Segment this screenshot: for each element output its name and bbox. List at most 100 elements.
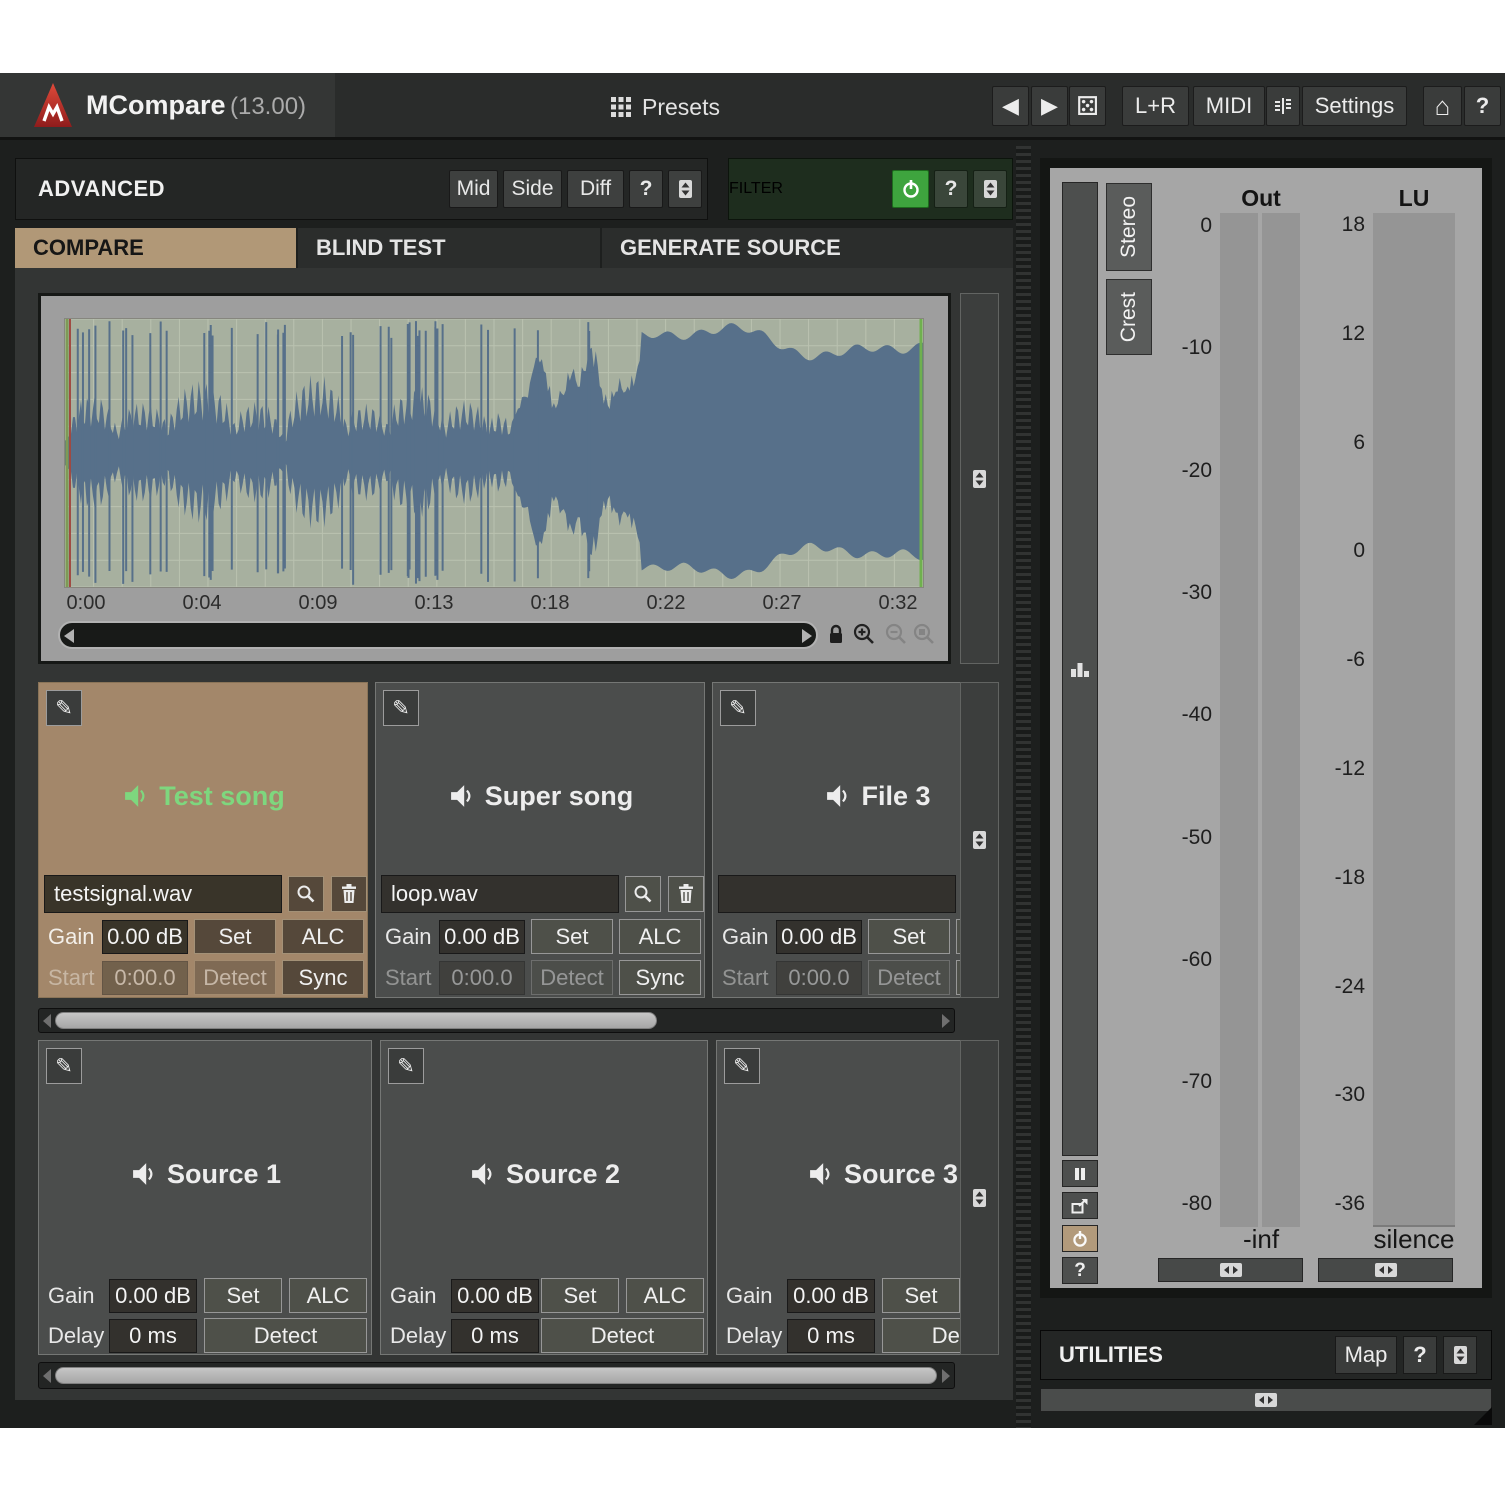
source-panel-file-3[interactable]: ✎ File 3 Gain 0.00 dB Set ALC Start 0:00… bbox=[712, 682, 960, 998]
start-value-field[interactable]: 0:00.0 bbox=[102, 961, 188, 995]
source-panel-source-1[interactable]: ✎ Source 1 Gain 0.00 dB Set ALC Delay 0 … bbox=[38, 1040, 372, 1355]
gain-value-field[interactable]: 0.00 dB bbox=[102, 920, 188, 954]
sync-button[interactable]: Sync bbox=[282, 960, 364, 995]
sources2-scrollbar[interactable] bbox=[38, 1362, 955, 1389]
zoom-reset-button[interactable] bbox=[912, 622, 936, 648]
meter-help-button[interactable]: ? bbox=[1062, 1257, 1098, 1284]
window-resize-corner[interactable] bbox=[1474, 1407, 1492, 1425]
meter-range-slider[interactable] bbox=[1062, 182, 1098, 1156]
midi-button[interactable]: MIDI bbox=[1193, 86, 1265, 126]
agc-button[interactable] bbox=[1266, 86, 1300, 126]
tab-generate-source[interactable]: GENERATE SOURCE bbox=[602, 228, 1013, 268]
waveform-resize-handle[interactable] bbox=[960, 293, 999, 664]
sync-button[interactable]: Sync bbox=[619, 960, 701, 995]
file-name-field[interactable]: testsignal.wav bbox=[44, 875, 282, 913]
file-name-field[interactable] bbox=[718, 875, 956, 913]
detect-start-button[interactable]: Detect bbox=[531, 960, 613, 995]
gain-value-field[interactable]: 0.00 dB bbox=[109, 1279, 197, 1313]
channel-mode-button[interactable]: L+R bbox=[1122, 86, 1189, 126]
utilities-width-slider[interactable] bbox=[1040, 1388, 1492, 1412]
scroll-left-arrow-icon[interactable] bbox=[43, 1369, 51, 1383]
panel-resize-grip[interactable] bbox=[1016, 146, 1031, 1428]
source-panel-super-song[interactable]: ✎ Super song loop.wav Gain 0.00 dB bbox=[375, 682, 705, 998]
filter-collapse-button[interactable] bbox=[973, 170, 1007, 208]
start-value-field[interactable]: 0:00.0 bbox=[439, 961, 525, 995]
home-button[interactable]: ⌂ bbox=[1423, 86, 1462, 126]
source-panel-source-3[interactable]: ✎ Source 3 Gain 0.00 dB Set ALC Delay 0 … bbox=[716, 1040, 960, 1355]
waveform-scrollbar[interactable] bbox=[58, 621, 818, 649]
delay-value-field[interactable]: 0 ms bbox=[109, 1319, 197, 1353]
set-gain-button[interactable]: Set bbox=[204, 1278, 282, 1313]
rename-button[interactable]: ✎ bbox=[388, 1048, 424, 1084]
lu-meter-range-slider[interactable] bbox=[1318, 1258, 1453, 1282]
delete-file-button[interactable] bbox=[668, 876, 704, 912]
zoom-in-button[interactable] bbox=[852, 622, 876, 648]
detect-start-button[interactable]: Detect bbox=[194, 960, 276, 995]
utilities-collapse-button[interactable] bbox=[1443, 1336, 1477, 1374]
utilities-help-button[interactable]: ? bbox=[1403, 1336, 1437, 1374]
delete-file-button[interactable] bbox=[331, 876, 367, 912]
meter-popup-button[interactable] bbox=[1062, 1192, 1098, 1219]
source-panel-source-2[interactable]: ✎ Source 2 Gain 0.00 dB Set ALC Delay 0 … bbox=[380, 1040, 708, 1355]
presets-button[interactable]: Presets bbox=[580, 81, 750, 133]
tab-compare[interactable]: COMPARE bbox=[15, 228, 296, 268]
meter-power-button[interactable] bbox=[1062, 1225, 1098, 1252]
zoom-out-button[interactable] bbox=[884, 622, 908, 648]
scrollbar-thumb[interactable] bbox=[55, 1367, 937, 1384]
zoom-lock-button[interactable] bbox=[826, 623, 846, 647]
delay-value-field[interactable]: 0 ms bbox=[451, 1319, 539, 1353]
set-gain-button[interactable]: Set bbox=[541, 1278, 619, 1313]
waveform-plot[interactable] bbox=[64, 318, 924, 588]
mid-button[interactable]: Mid bbox=[449, 170, 498, 208]
map-button[interactable]: Map bbox=[1335, 1336, 1397, 1374]
filter-power-button[interactable] bbox=[892, 170, 929, 208]
next-preset-button[interactable]: ▶ bbox=[1031, 86, 1068, 126]
alc-button[interactable]: ALC bbox=[289, 1278, 367, 1313]
set-gain-button[interactable]: Set bbox=[868, 919, 950, 954]
set-gain-button[interactable]: Set bbox=[194, 919, 276, 954]
advanced-collapse-button[interactable] bbox=[668, 170, 702, 208]
random-preset-button[interactable]: ⚄ bbox=[1069, 86, 1106, 126]
rename-button[interactable]: ✎ bbox=[46, 1048, 82, 1084]
browse-file-button[interactable] bbox=[288, 876, 324, 912]
gain-value-field[interactable]: 0.00 dB bbox=[787, 1279, 875, 1313]
scroll-right-arrow-icon[interactable] bbox=[802, 629, 812, 643]
alc-button[interactable]: ALC bbox=[282, 919, 364, 954]
set-gain-button[interactable]: Set bbox=[531, 919, 613, 954]
delay-value-field[interactable]: 0 ms bbox=[787, 1319, 875, 1353]
filter-help-button[interactable]: ? bbox=[934, 170, 968, 208]
set-gain-button[interactable]: Set bbox=[882, 1278, 960, 1313]
scroll-right-arrow-icon[interactable] bbox=[942, 1014, 950, 1028]
source-panel-test-song[interactable]: ✎ Test song testsignal.wav Gain 0.00 dB bbox=[38, 682, 368, 998]
detect-delay-button[interactable]: Detect bbox=[882, 1318, 960, 1353]
browse-file-button[interactable] bbox=[625, 876, 661, 912]
detect-start-button[interactable]: Detect bbox=[868, 960, 950, 995]
detect-delay-button[interactable]: Detect bbox=[541, 1318, 704, 1353]
help-button[interactable]: ? bbox=[1464, 86, 1501, 126]
scroll-right-arrow-icon[interactable] bbox=[942, 1369, 950, 1383]
previous-preset-button[interactable]: ◀ bbox=[992, 86, 1029, 126]
rename-button[interactable]: ✎ bbox=[383, 690, 419, 726]
out-meter-range-slider[interactable] bbox=[1158, 1258, 1303, 1282]
row1-resize-handle[interactable] bbox=[960, 682, 999, 998]
file-name-field[interactable]: loop.wav bbox=[381, 875, 619, 913]
stereo-mode-button[interactable]: Stereo bbox=[1106, 183, 1152, 271]
meter-pause-button[interactable] bbox=[1062, 1160, 1098, 1187]
rename-button[interactable]: ✎ bbox=[724, 1048, 760, 1084]
start-value-field[interactable]: 0:00.0 bbox=[776, 961, 862, 995]
side-button[interactable]: Side bbox=[503, 170, 562, 208]
gain-value-field[interactable]: 0.00 dB bbox=[451, 1279, 539, 1313]
advanced-help-button[interactable]: ? bbox=[629, 170, 663, 208]
tab-blind-test[interactable]: BLIND TEST bbox=[298, 228, 600, 268]
gain-value-field[interactable]: 0.00 dB bbox=[776, 920, 862, 954]
scroll-left-arrow-icon[interactable] bbox=[64, 629, 74, 643]
alc-button[interactable]: ALC bbox=[619, 919, 701, 954]
rename-button[interactable]: ✎ bbox=[720, 690, 756, 726]
crest-mode-button[interactable]: Crest bbox=[1106, 279, 1152, 355]
sources-scrollbar[interactable] bbox=[38, 1008, 955, 1033]
scrollbar-thumb[interactable] bbox=[55, 1012, 657, 1029]
settings-button[interactable]: Settings bbox=[1302, 86, 1407, 126]
scroll-left-arrow-icon[interactable] bbox=[43, 1014, 51, 1028]
row2-resize-handle[interactable] bbox=[960, 1040, 999, 1355]
detect-delay-button[interactable]: Detect bbox=[204, 1318, 367, 1353]
